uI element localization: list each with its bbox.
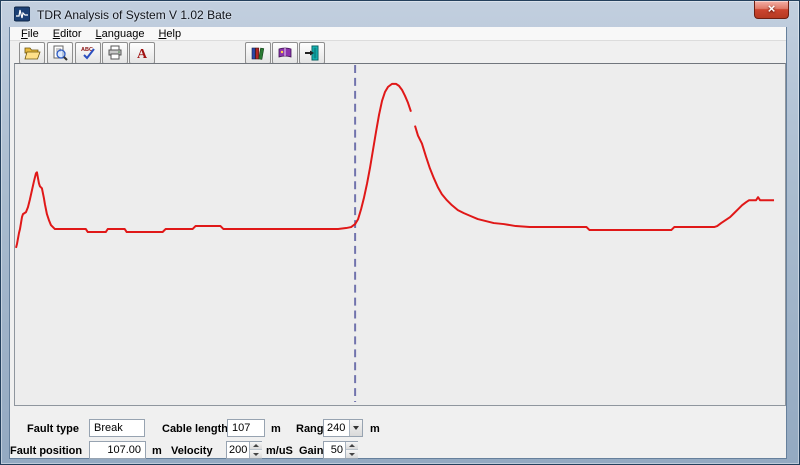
- range-dropdown-button[interactable]: [349, 420, 362, 436]
- gain-value: 50: [324, 442, 345, 458]
- title-bar[interactable]: TDR Analysis of System V 1.02 Bate ×: [1, 1, 799, 27]
- range-value: 240: [324, 420, 349, 436]
- chevron-down-icon: [253, 453, 259, 456]
- measurement-panel: Fault type Cable length m Rang 240 m Fau…: [10, 406, 788, 459]
- open-file-button[interactable]: [19, 42, 45, 64]
- exit-button[interactable]: [299, 42, 325, 64]
- velocity-spin-down-button[interactable]: [250, 450, 262, 458]
- velocity-spinner[interactable]: 200: [226, 441, 262, 459]
- fault-type-label: Fault type: [10, 420, 79, 438]
- help-book-icon: [277, 45, 293, 61]
- chevron-down-icon: [349, 453, 355, 456]
- spell-check-icon: ABC: [80, 45, 96, 61]
- chevron-up-icon: [253, 444, 259, 447]
- app-waveform-icon: [14, 6, 30, 22]
- spellcheck-button[interactable]: ABC: [75, 42, 101, 64]
- range-label: Rang: [296, 420, 324, 438]
- window-title: TDR Analysis of System V 1.02 Bate: [37, 8, 232, 22]
- toolbar: ABC A: [10, 41, 786, 64]
- range-combobox[interactable]: 240: [323, 419, 363, 437]
- range-unit: m: [370, 420, 380, 438]
- font-button[interactable]: A: [129, 42, 155, 64]
- tdr-trace-chart[interactable]: [14, 63, 786, 406]
- menu-editor[interactable]: Editor: [46, 27, 89, 41]
- app-window: TDR Analysis of System V 1.02 Bate × Fil…: [0, 0, 800, 465]
- menu-help[interactable]: Help: [151, 27, 188, 41]
- close-button[interactable]: ×: [754, 1, 789, 19]
- gain-spinner[interactable]: 50: [323, 441, 358, 459]
- fault-type-field[interactable]: [89, 419, 145, 437]
- library-books-icon: [250, 45, 266, 61]
- gain-spin-down-button[interactable]: [346, 450, 358, 458]
- menu-language[interactable]: Language: [89, 27, 152, 41]
- cable-length-field[interactable]: [227, 419, 265, 437]
- print-preview-icon: [52, 45, 68, 61]
- gain-spin-buttons: [345, 442, 357, 458]
- contents-button[interactable]: [245, 42, 271, 64]
- fault-position-label: Fault position: [10, 442, 79, 460]
- chevron-up-icon: [349, 444, 355, 447]
- print-icon: [107, 45, 123, 61]
- open-folder-icon: [24, 46, 41, 61]
- font-icon: A: [134, 45, 150, 61]
- menu-bar: File Editor Language Help: [10, 27, 786, 41]
- cable-length-unit: m: [271, 420, 281, 438]
- print-button[interactable]: [102, 42, 128, 64]
- velocity-spin-up-button[interactable]: [250, 442, 262, 450]
- fault-position-field[interactable]: [89, 441, 146, 459]
- fault-position-unit: m: [152, 442, 162, 460]
- chevron-down-icon: [353, 426, 359, 430]
- gain-spin-up-button[interactable]: [346, 442, 358, 450]
- gain-label: Gain: [299, 442, 323, 460]
- velocity-spin-buttons: [249, 442, 261, 458]
- help-topics-button[interactable]: [272, 42, 298, 64]
- velocity-label: Velocity: [171, 442, 213, 460]
- client-area: File Editor Language Help: [9, 27, 787, 459]
- preview-button[interactable]: [47, 42, 73, 64]
- tdr-trace-svg: [15, 64, 785, 405]
- velocity-value: 200: [227, 442, 249, 458]
- velocity-unit: m/uS: [266, 442, 293, 460]
- exit-door-icon: [304, 45, 320, 61]
- svg-text:A: A: [137, 47, 148, 61]
- cable-length-label: Cable length: [162, 420, 228, 438]
- menu-file[interactable]: File: [14, 27, 46, 41]
